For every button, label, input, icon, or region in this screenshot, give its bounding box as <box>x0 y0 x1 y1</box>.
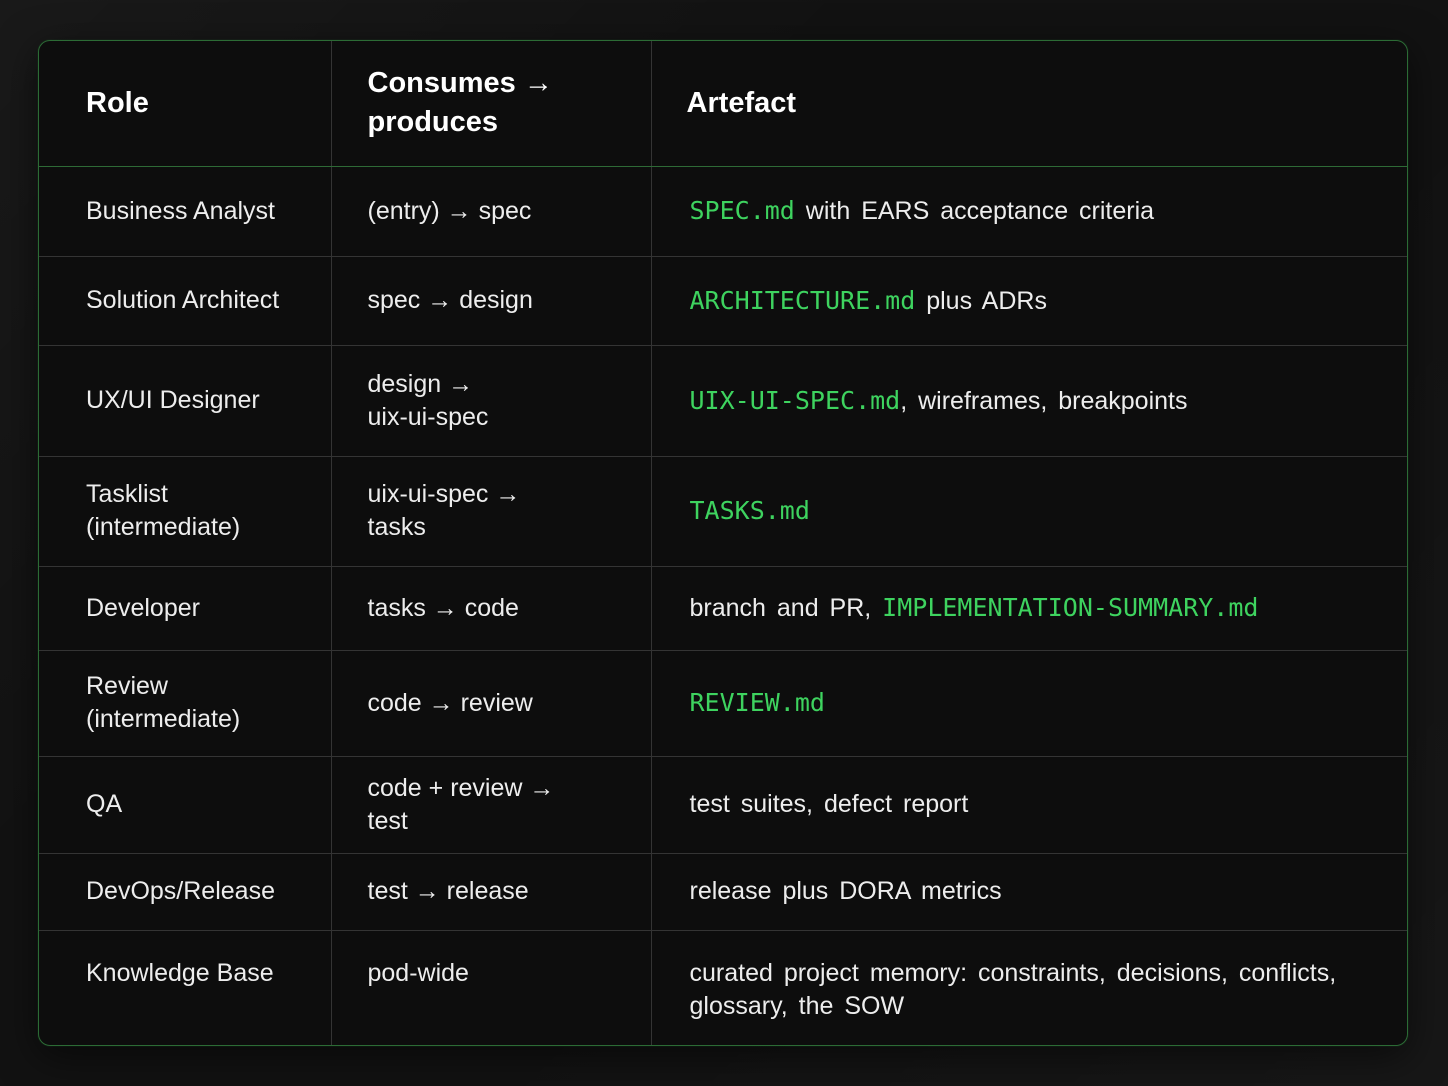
artefact-code: REVIEW.md <box>689 688 825 717</box>
artefact-cell: TASKS.md <box>651 456 1407 567</box>
role-cell: Developer <box>39 566 332 651</box>
artefact-cell: SPEC.md with EARS acceptance criteria <box>651 166 1407 257</box>
flow-cell: design → uix-ui-spec <box>331 345 652 457</box>
artefact-code: IMPLEMENTATION-SUMMARY.md <box>882 593 1259 622</box>
role-cell: Solution Architect <box>39 256 332 346</box>
artefact-cell: branch and PR, IMPLEMENTATION-SUMMARY.md <box>651 566 1407 651</box>
flow-line1: pod-wide <box>367 958 469 987</box>
flow-line1: spec → design <box>367 286 533 314</box>
flow-cell: code → review <box>331 650 652 757</box>
flow-cell: spec → design <box>331 256 652 346</box>
header-flow-line2: produces <box>367 106 499 139</box>
role-line1: UX/UI Designer <box>86 386 260 414</box>
table-row: Tasklist (intermediate) uix-ui-spec → ta… <box>39 456 1407 567</box>
table-row: QA code + review → test test suites, def… <box>39 756 1407 854</box>
flow-line2: tasks <box>367 513 426 541</box>
flow-line2: uix-ui-spec <box>367 402 489 431</box>
flow-cell: pod-wide <box>331 930 652 1045</box>
header-flow-line1: Consumes → <box>367 67 553 100</box>
artefact-code: TASKS.md <box>689 496 810 525</box>
flow-cell: (entry) → spec <box>331 166 652 257</box>
artefact-cell: REVIEW.md <box>651 650 1407 757</box>
header-role: Role <box>39 41 332 167</box>
role-line1: Tasklist <box>86 480 168 508</box>
role-cell: UX/UI Designer <box>39 345 332 457</box>
role-line1: QA <box>86 790 123 818</box>
flow-line1: code → review <box>367 688 533 717</box>
table-row: DevOps/Release test → release release pl… <box>39 853 1407 931</box>
table-row: Solution Architect spec → design ARCHITE… <box>39 256 1407 346</box>
artefact-suffix: with EARS acceptance criteria <box>794 197 1155 225</box>
flow-line2: test <box>367 806 408 835</box>
role-cell: Tasklist (intermediate) <box>39 456 332 567</box>
artefact-suffix: plus ADRs <box>915 286 1047 315</box>
header-artefact: Artefact <box>651 41 1407 167</box>
table-row: UX/UI Designer design → uix-ui-spec UIX-… <box>39 345 1407 457</box>
artefact-code: ARCHITECTURE.md <box>689 285 916 315</box>
table-header-row: Role Consumes → produces Artefact <box>39 41 1407 167</box>
role-line1: Knowledge Base <box>86 958 274 987</box>
flow-line1: design → <box>367 369 474 398</box>
role-line1: Developer <box>86 593 200 622</box>
artefact-code: UIX-UI-SPEC.md <box>689 385 901 415</box>
role-line1: Business Analyst <box>86 196 275 225</box>
role-line2: (intermediate) <box>86 705 241 733</box>
flow-line1: uix-ui-spec → <box>367 480 521 508</box>
roles-table: Role Consumes → produces Artefact Busine… <box>39 41 1407 1045</box>
flow-line1: (entry) → spec <box>367 196 532 225</box>
artefact-cell: UIX-UI-SPEC.md, wireframes, breakpoints <box>651 345 1407 457</box>
flow-line1: code + review → <box>367 773 555 802</box>
roles-table-card: Role Consumes → produces Artefact Busine… <box>38 40 1408 1046</box>
role-cell: Review (intermediate) <box>39 650 332 757</box>
artefact-suffix: , wireframes, breakpoints <box>900 386 1188 415</box>
table-row: Review (intermediate) code → review REVI… <box>39 650 1407 757</box>
role-cell: DevOps/Release <box>39 853 332 931</box>
artefact-text: curated project memory: constraints, dec… <box>689 958 1337 1020</box>
table-row: Business Analyst (entry) → spec SPEC.md … <box>39 166 1407 257</box>
artefact-cell: ARCHITECTURE.md plus ADRs <box>651 256 1407 346</box>
artefact-cell: curated project memory: constraints, dec… <box>651 930 1407 1045</box>
artefact-text: release plus DORA metrics <box>689 877 1002 905</box>
flow-cell: test → release <box>331 853 652 931</box>
artefact-text: test suites, defect report <box>689 790 969 818</box>
artefact-cell: test suites, defect report <box>651 756 1407 854</box>
role-line1: Review <box>86 672 168 700</box>
flow-line1: test → release <box>367 877 529 905</box>
role-cell: Business Analyst <box>39 166 332 257</box>
artefact-prefix: branch and PR, <box>689 594 883 622</box>
artefact-code: SPEC.md <box>689 196 795 225</box>
role-line2: (intermediate) <box>86 513 241 541</box>
table-row: Knowledge Base pod-wide curated project … <box>39 930 1407 1045</box>
flow-line1: tasks → code <box>367 593 519 622</box>
table-row: Developer tasks → code branch and PR, IM… <box>39 566 1407 651</box>
flow-cell: code + review → test <box>331 756 652 854</box>
role-line1: Solution Architect <box>86 286 280 314</box>
artefact-cell: release plus DORA metrics <box>651 853 1407 931</box>
flow-cell: tasks → code <box>331 566 652 651</box>
role-cell: QA <box>39 756 332 854</box>
role-line1: DevOps/Release <box>86 877 275 905</box>
header-consumes-produces: Consumes → produces <box>331 41 652 167</box>
flow-cell: uix-ui-spec → tasks <box>331 456 652 567</box>
role-cell: Knowledge Base <box>39 930 332 1045</box>
